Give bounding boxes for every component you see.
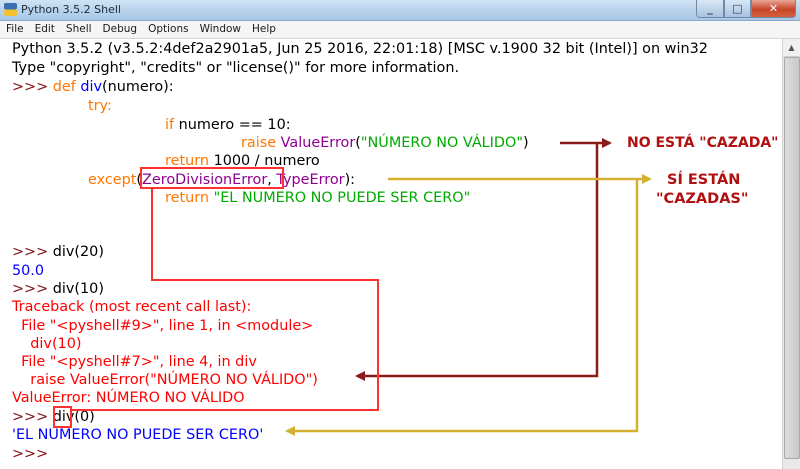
zero-division-error-box: [140, 167, 284, 189]
zero-argument-box: [53, 406, 72, 428]
annotation-not-caught: NO ESTÁ "CAZADA": [627, 135, 779, 151]
annotation-caught-line-2: "CAZADAS": [656, 191, 749, 207]
annotation-caught-line-1: SÍ ESTÁN: [667, 172, 741, 188]
annotation-overlay: [53, 138, 652, 436]
arrow-except-to-output: [285, 179, 639, 436]
red-connector-line: [72, 188, 379, 411]
